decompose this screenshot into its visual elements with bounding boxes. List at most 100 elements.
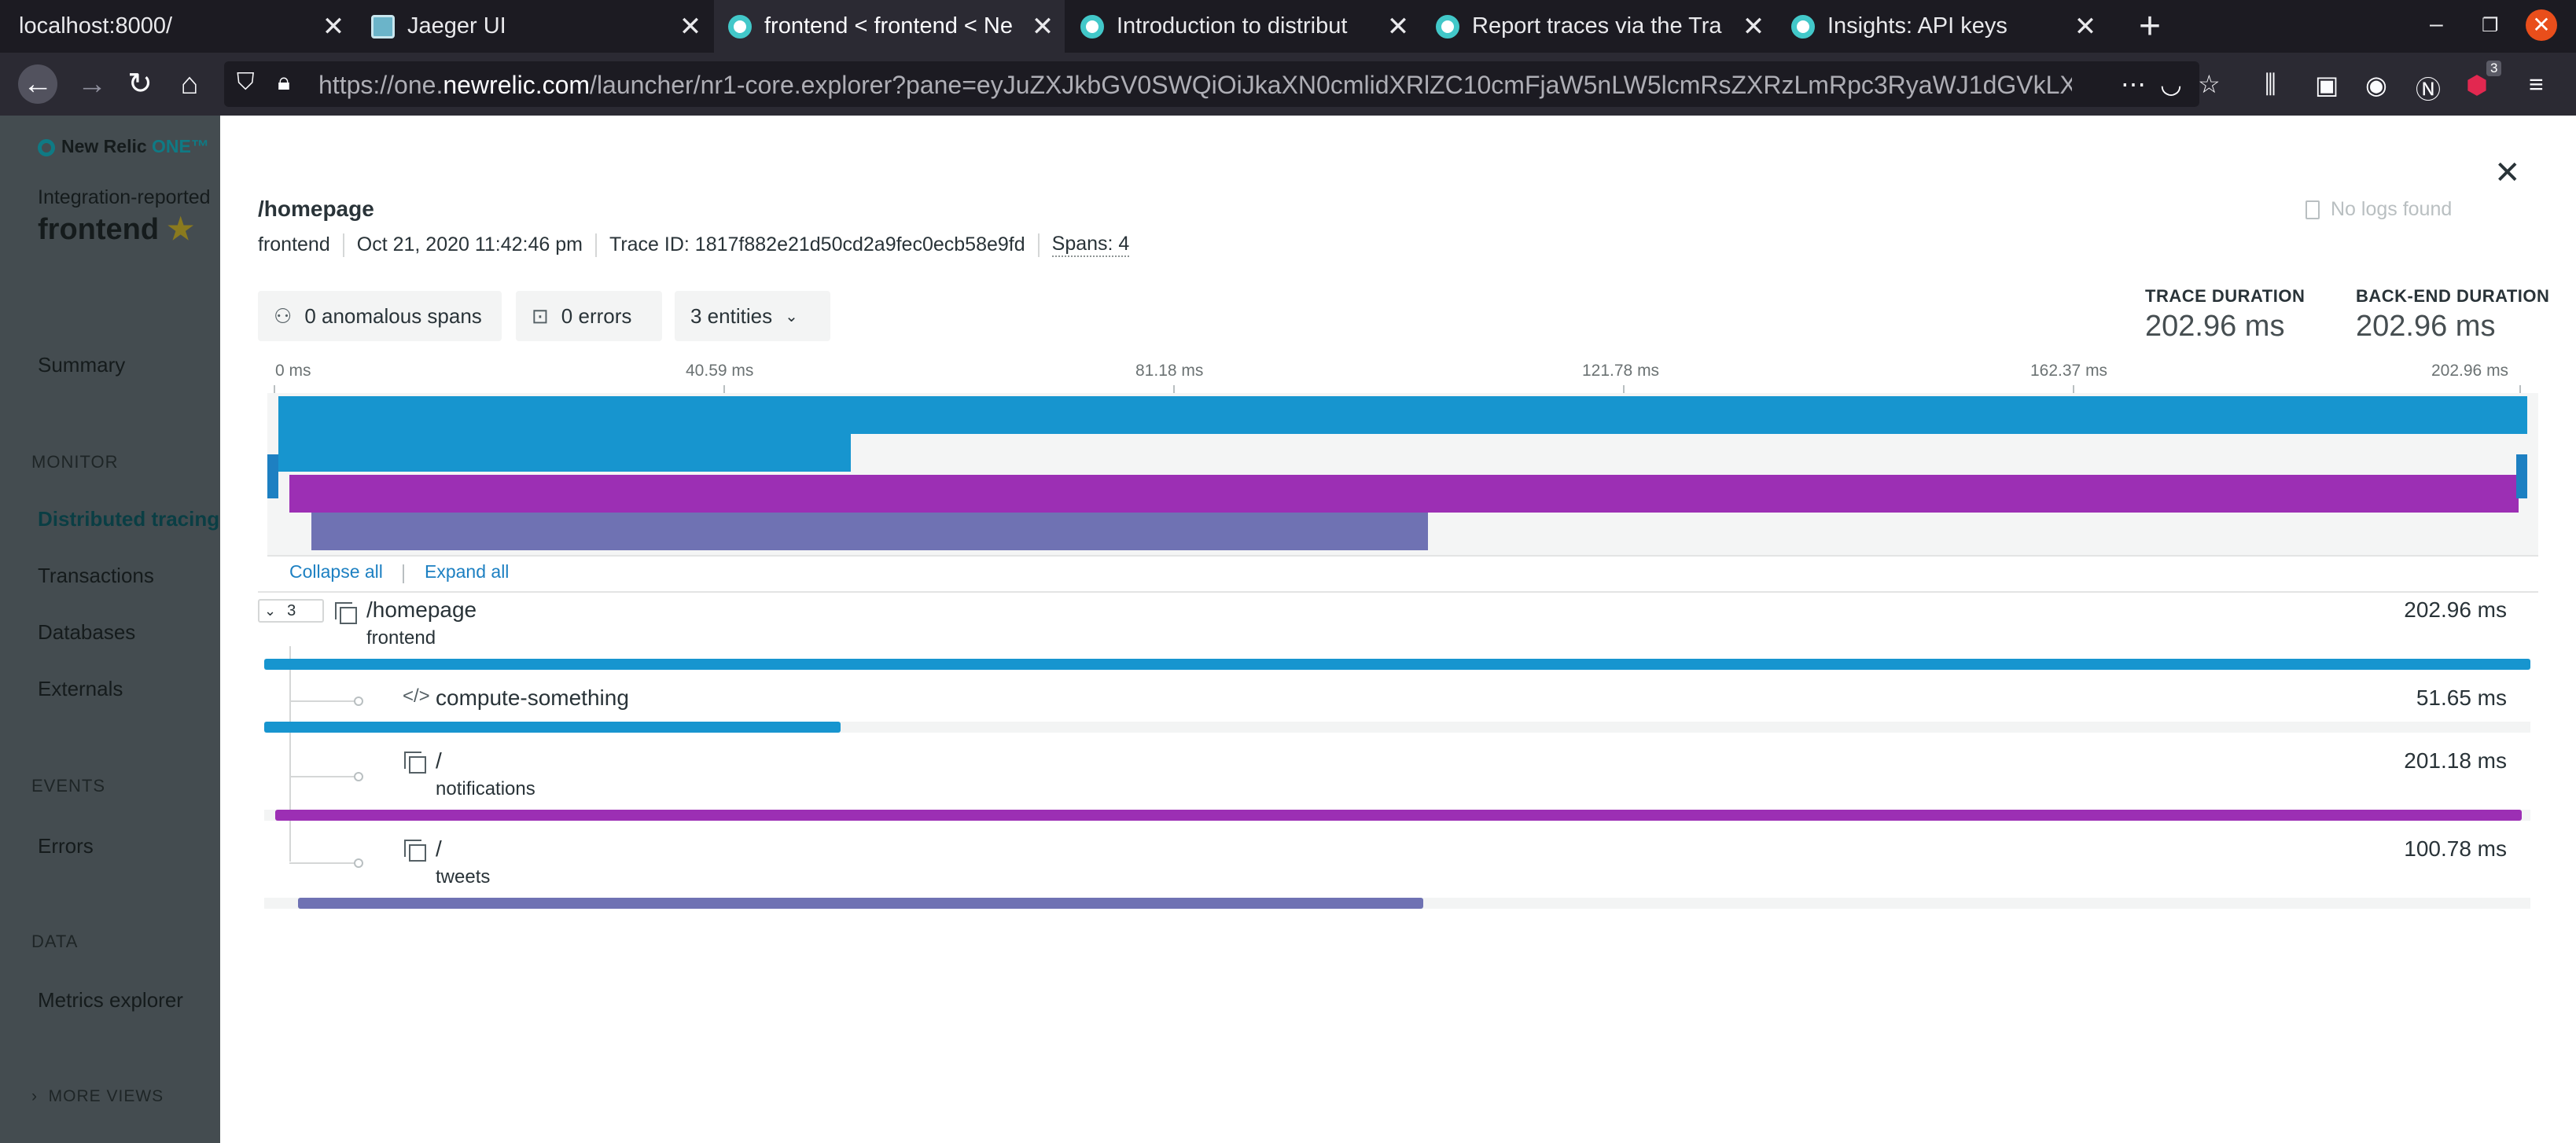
ruler-label: 40.59 ms [686, 362, 754, 380]
web-span-icon [404, 840, 426, 862]
close-tab-icon[interactable]: ✕ [675, 11, 706, 42]
minimize-icon[interactable]: – [2430, 11, 2443, 38]
url-domain: newrelic.com [443, 71, 591, 99]
sidebar-item-databases[interactable]: Databases [38, 620, 135, 645]
ublock-icon[interactable]: ⬢ [2466, 70, 2488, 100]
sidebar-item-externals[interactable]: Externals [38, 677, 123, 701]
url-text[interactable]: https://one.newrelic.com/launcher/nr1-co… [318, 71, 2072, 100]
span-duration-bar[interactable] [264, 722, 841, 733]
span-duration: 201.18 ms [2404, 748, 2507, 773]
web-span-icon [335, 602, 357, 624]
trace-meta: frontend Oct 21, 2020 11:42:46 pm Trace … [258, 233, 1130, 257]
tree-connector [289, 646, 291, 862]
account-icon[interactable]: ◉ [2365, 70, 2387, 100]
pocket-icon[interactable]: ◡ [2160, 69, 2182, 99]
browser-tab-localhost[interactable]: localhost:8000/ ✕ [0, 0, 355, 53]
entities-label: 3 entities [690, 303, 773, 328]
chevron-down-icon: ⌄ [785, 307, 798, 325]
window-close-icon[interactable]: ✕ [2526, 9, 2557, 41]
web-span-icon [404, 752, 426, 774]
newrelic-icon [1080, 14, 1104, 39]
back-icon[interactable]: ← [18, 64, 57, 104]
forward-icon[interactable]: → [72, 64, 112, 104]
sidebar-item-summary[interactable]: Summary [38, 353, 125, 377]
sidebar-more-views[interactable]: › MORE VIEWS [31, 1087, 164, 1106]
close-tab-icon[interactable]: ✕ [318, 11, 349, 42]
meta-divider [1037, 233, 1040, 257]
new-tab-icon[interactable]: + [2139, 5, 2161, 48]
trace-duration-value: 202.96 ms [2145, 310, 2285, 343]
newrelic-logo[interactable]: New Relic ONE™ [38, 136, 209, 157]
meta-divider [342, 233, 344, 257]
span-name[interactable]: / [436, 748, 442, 774]
errors-label: 0 errors [561, 303, 632, 328]
trace-entity[interactable]: frontend [258, 233, 330, 256]
entities-dropdown[interactable]: 3 entities ⌄ [675, 291, 830, 341]
browser-tab-report[interactable]: Report traces via the Tra ✕ [1422, 0, 1776, 53]
minimap-right-handle[interactable] [2516, 454, 2527, 498]
anomalous-spans-filter[interactable]: ⚇ 0 anomalous spans [258, 291, 502, 341]
url-bar[interactable]: ⛉ 🔒︎ https://one.newrelic.com/launcher/n… [224, 61, 2221, 107]
chevron-down-icon: ⌄ [264, 602, 277, 619]
app-name: frontend [38, 213, 160, 246]
browser-tab-frontend[interactable]: frontend < frontend < Ne ✕ [714, 0, 1065, 53]
tab-title: localhost:8000/ [19, 13, 173, 39]
expand-all-link[interactable]: Expand all [425, 561, 509, 583]
page-actions-icon[interactable]: ⋯ [2121, 69, 2146, 99]
timeline-minimap[interactable] [267, 393, 2538, 555]
span-duration-bar[interactable] [264, 659, 2530, 670]
entity-name: frontend ★ [38, 211, 194, 247]
restore-icon[interactable]: ❐ [2482, 14, 2499, 37]
sidebar-item-transactions[interactable]: Transactions [38, 564, 154, 588]
url-prefix: https://one. [318, 71, 443, 99]
minimap-span-bar [278, 434, 851, 472]
errors-filter[interactable]: ⊡ 0 errors [516, 291, 662, 341]
span-name[interactable]: / [436, 836, 442, 862]
reload-icon[interactable]: ↻ [120, 64, 160, 104]
close-tab-icon[interactable]: ✕ [2070, 11, 2101, 42]
span-bar-track [264, 898, 2530, 909]
browser-tab-insights[interactable]: Insights: API keys ✕ [1777, 0, 2107, 53]
newrelic-icon [728, 14, 752, 39]
browser-tab-intro[interactable]: Introduction to distribut ✕ [1066, 0, 1420, 53]
sidebar-icon[interactable]: ▣ [2315, 70, 2339, 100]
close-icon[interactable]: ✕ [2494, 157, 2521, 189]
menu-icon[interactable]: ≡ [2529, 70, 2544, 99]
span-entity: notifications [436, 778, 535, 799]
close-tab-icon[interactable]: ✕ [1738, 11, 1769, 42]
chevron-right-icon: › [31, 1087, 38, 1105]
minimap-left-handle[interactable] [267, 454, 278, 498]
tab-title: Jaeger UI [407, 13, 506, 39]
sidebar-item-distributed-tracing[interactable]: Distributed tracing [38, 507, 219, 531]
sidebar-item-errors[interactable]: Errors [38, 834, 94, 858]
span-duration-bar[interactable] [297, 898, 1423, 909]
newrelic-icon [1436, 14, 1459, 39]
backend-duration-label: BACK-END DURATION [2356, 286, 2550, 306]
notion-icon[interactable]: Ⓝ [2416, 70, 2441, 106]
no-logs-indicator: No logs found [2306, 198, 2452, 221]
span-duration-bar[interactable] [275, 810, 2522, 821]
child-count: 3 [287, 601, 296, 619]
shield-icon[interactable]: ⛉ [237, 69, 255, 96]
close-tab-icon[interactable]: ✕ [1382, 11, 1414, 42]
trace-span-count[interactable]: Spans: 4 [1051, 233, 1130, 257]
tree-connector [289, 700, 355, 702]
span-entity: frontend [366, 627, 436, 649]
bookmark-star-icon[interactable]: ☆ [2198, 69, 2221, 99]
sidebar-item-metrics-explorer[interactable]: Metrics explorer [38, 988, 183, 1013]
browser-tab-jaeger[interactable]: Jaeger UI ✕ [357, 0, 712, 53]
span-collapse-toggle[interactable]: ⌄ 3 [258, 599, 324, 623]
span-list-divider [258, 591, 2538, 593]
lock-icon[interactable]: 🔒︎ [278, 69, 290, 96]
collapse-all-link[interactable]: Collapse all [289, 561, 383, 583]
newrelic-icon [1791, 14, 1815, 39]
library-icon[interactable]: ⫼ [2265, 70, 2276, 100]
span-name[interactable]: /homepage [366, 597, 477, 623]
home-icon[interactable]: ⌂ [170, 64, 209, 104]
favorite-star-icon[interactable]: ★ [167, 213, 194, 246]
ruler-label: 162.37 ms [2030, 362, 2108, 380]
more-views-label: MORE VIEWS [48, 1087, 164, 1105]
span-name[interactable]: compute-something [436, 685, 629, 711]
close-tab-icon[interactable]: ✕ [1027, 11, 1058, 42]
tab-title: Report traces via the Tra [1472, 13, 1722, 39]
